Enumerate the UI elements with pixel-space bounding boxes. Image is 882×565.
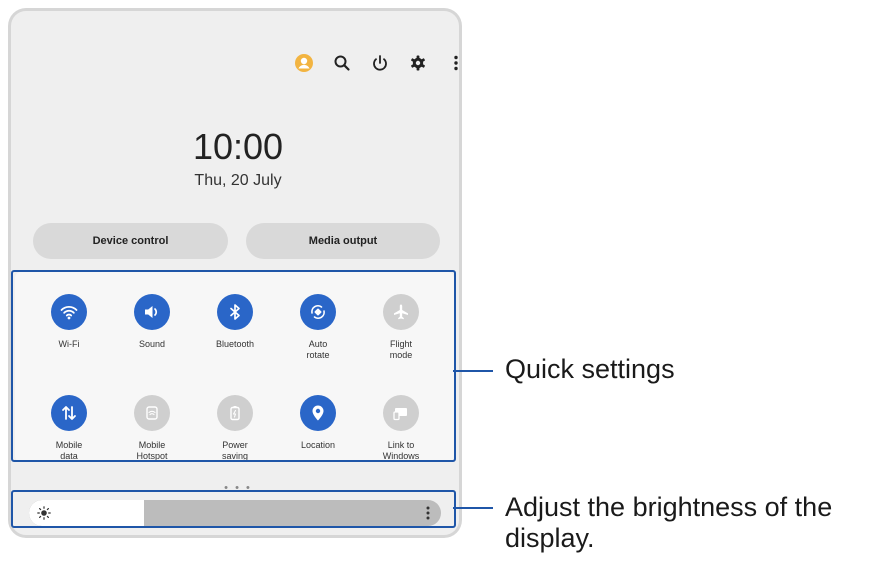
power-icon[interactable]	[370, 53, 390, 73]
clock: 10:00	[192, 126, 284, 167]
top-toolbar	[294, 53, 459, 73]
media-output-button[interactable]: Media output	[246, 223, 440, 259]
quick-settings-highlight	[11, 270, 456, 462]
quick-settings-callout: Quick settings	[505, 354, 675, 384]
more-vert-icon[interactable]	[446, 53, 459, 73]
brightness-highlight	[11, 490, 456, 528]
brightness-leader-line	[453, 507, 493, 509]
account-icon[interactable]	[294, 53, 314, 73]
gear-icon[interactable]	[408, 53, 428, 73]
device-control-button[interactable]: Device control	[33, 223, 228, 259]
date: Thu, 20 July	[194, 172, 282, 189]
quick-settings-leader-line	[453, 370, 493, 372]
brightness-callout: Adjust the brightness of the display.	[505, 492, 833, 553]
search-icon[interactable]	[332, 53, 352, 73]
